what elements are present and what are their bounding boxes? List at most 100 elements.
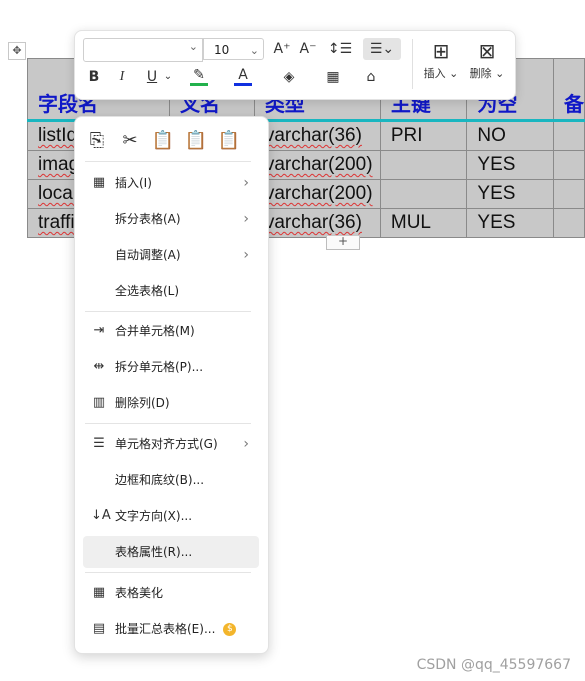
context-menu: ⎘ ✂ 📋 📋 📋 ▦ 插入(I) › 拆分表格(A) › 自动调整(A) › … xyxy=(74,116,269,654)
menu-item-borders[interactable]: 边框和底纹(B)... xyxy=(83,464,259,496)
italic-button[interactable]: I xyxy=(113,66,131,88)
paragraph-align-icon[interactable]: ☰⌄ xyxy=(363,38,401,60)
insert-button[interactable]: ⊞ 插入 ⌄ xyxy=(417,37,465,81)
text-direction-icon: ↓A xyxy=(91,508,111,523)
menu-item-label: 边框和底纹(B)... xyxy=(115,473,205,487)
menu-item-label: 批量汇总表格(E)... xyxy=(115,622,216,636)
batch-summary-icon: ▤ xyxy=(92,621,106,636)
cell-key[interactable]: PRI xyxy=(379,120,468,151)
cell-type-text: varchar(200) xyxy=(264,183,373,204)
merge-cells-icon: ⇥ xyxy=(93,323,105,338)
menu-item-label: 文字方向(X)... xyxy=(115,509,193,523)
menu-divider xyxy=(85,161,251,162)
delete-table-icon: ⊠ xyxy=(478,39,496,63)
decrease-font-button[interactable]: A⁻ xyxy=(297,38,319,60)
font-size-value: 10 xyxy=(214,43,230,57)
menu-item-batch-summary[interactable]: ▤ 批量汇总表格(E)... $ xyxy=(83,613,259,645)
table-beautify-icon: ▦ xyxy=(92,585,106,600)
floating-toolbar: ⌄ 10 ⌄ A⁺ A⁻ ↕☰ ☰⌄ B I U ⌄ ✎ A ◈ ▦ ⌂ ⊞ 插… xyxy=(74,30,516,100)
menu-item-table-beautify[interactable]: ▦ 表格美化 xyxy=(83,577,259,609)
menu-item-label: 拆分单元格(P)... xyxy=(115,360,204,374)
paste-special-icon[interactable]: 📋 xyxy=(217,129,241,153)
cell-key[interactable]: MUL xyxy=(379,208,468,238)
delete-button[interactable]: ⊠ 删除 ⌄ xyxy=(463,37,511,81)
cell-type-text: varchar(36) xyxy=(264,212,362,233)
menu-divider xyxy=(85,572,251,573)
menu-item-select-table[interactable]: 全选表格(L) xyxy=(83,275,259,307)
paste-text-icon[interactable]: 📋 xyxy=(184,129,208,153)
cut-icon[interactable]: ✂ xyxy=(118,129,142,153)
menu-item-label: 单元格对齐方式(G) xyxy=(115,437,218,451)
chevron-right-icon: › xyxy=(243,175,249,191)
cell-type-text: varchar(36) xyxy=(264,125,362,146)
cell-nullable[interactable]: YES xyxy=(466,179,554,209)
menu-item-insert[interactable]: ▦ 插入(I) › xyxy=(83,167,259,199)
format-painter-icon[interactable]: ⌂ xyxy=(359,66,383,88)
toolbar-divider xyxy=(412,39,413,89)
insert-row-icon: ⊞ xyxy=(432,39,450,63)
split-cells-icon: ⇹ xyxy=(93,359,105,374)
cell-field-text: local xyxy=(38,183,78,204)
menu-item-label: 删除列(D) xyxy=(115,396,170,410)
menu-item-cell-alignment[interactable]: ☰ 单元格对齐方式(G) › xyxy=(83,428,259,460)
cell-field-text: imag xyxy=(38,154,80,175)
highlight-color-icon[interactable]: ✎ xyxy=(185,64,213,86)
paste-options: ⎘ ✂ 📋 📋 📋 xyxy=(85,129,241,155)
watermark: CSDN @qq_45597667 xyxy=(416,657,571,673)
cell-align-icon: ☰ xyxy=(93,436,105,451)
header-remark[interactable]: 备 xyxy=(552,58,585,122)
menu-item-label: 表格属性(R)... xyxy=(115,545,193,559)
paste-icon[interactable]: 📋 xyxy=(151,129,175,153)
menu-item-delete-column[interactable]: ▥ 删除列(D) xyxy=(83,387,259,419)
menu-item-autofit[interactable]: 自动调整(A) › xyxy=(83,239,259,271)
cell-nullable[interactable]: YES xyxy=(466,150,554,180)
cell-type[interactable]: varchar(36) xyxy=(253,208,381,238)
insert-label: 插入 xyxy=(423,67,446,80)
chevron-right-icon: › xyxy=(243,247,249,263)
delete-column-icon: ▥ xyxy=(92,395,106,410)
cell-remark[interactable] xyxy=(552,120,585,151)
menu-item-label: 表格美化 xyxy=(115,586,164,600)
increase-font-button[interactable]: A⁺ xyxy=(271,38,293,60)
menu-item-merge-cells[interactable]: ⇥ 合并单元格(M) xyxy=(83,315,259,347)
add-row-button[interactable]: + xyxy=(326,235,360,250)
chevron-down-icon: ⌄ xyxy=(249,44,259,57)
insert-table-icon: ▦ xyxy=(92,175,106,190)
shading-icon[interactable]: ◈ xyxy=(275,66,303,88)
cell-type[interactable]: varchar(36) xyxy=(253,120,381,151)
cell-type[interactable]: varchar(200) xyxy=(253,150,381,180)
border-icon[interactable]: ▦ xyxy=(319,66,347,88)
table-move-handle-icon[interactable]: ✥ xyxy=(8,42,26,60)
line-spacing-icon[interactable]: ↕☰ xyxy=(325,38,355,60)
cell-type[interactable]: varchar(200) xyxy=(253,179,381,209)
underline-button[interactable]: U xyxy=(141,66,163,88)
font-name-select[interactable]: ⌄ xyxy=(83,38,203,62)
menu-item-label: 插入(I) xyxy=(115,176,152,190)
delete-label: 删除 xyxy=(469,67,492,80)
chevron-down-icon[interactable]: ⌄ xyxy=(163,66,173,88)
menu-item-label: 全选表格(L) xyxy=(115,284,180,298)
menu-item-split-table[interactable]: 拆分表格(A) › xyxy=(83,203,259,235)
cell-nullable[interactable]: YES xyxy=(466,208,554,238)
chevron-down-icon: ⌄ xyxy=(188,40,198,53)
cell-field-text: listId xyxy=(38,125,78,146)
cell-nullable[interactable]: NO xyxy=(466,120,554,151)
cell-type-text: varchar(200) xyxy=(264,154,373,175)
menu-item-label: 自动调整(A) xyxy=(115,248,181,262)
menu-item-split-cells[interactable]: ⇹ 拆分单元格(P)... xyxy=(83,351,259,383)
font-size-select[interactable]: 10 ⌄ xyxy=(203,38,264,60)
menu-item-table-properties[interactable]: 表格属性(R)... xyxy=(83,536,259,568)
cell-remark[interactable] xyxy=(552,179,585,209)
menu-item-label-wrap: 批量汇总表格(E)... $ xyxy=(115,613,237,645)
bold-button[interactable]: B xyxy=(85,66,103,88)
menu-item-label: 拆分表格(A) xyxy=(115,212,181,226)
cell-remark[interactable] xyxy=(552,208,585,238)
chevron-right-icon: › xyxy=(243,211,249,227)
menu-item-text-direction[interactable]: ↓A 文字方向(X)... xyxy=(83,500,259,532)
copy-icon[interactable]: ⎘ xyxy=(85,129,109,153)
cell-key[interactable] xyxy=(379,179,468,209)
cell-remark[interactable] xyxy=(552,150,585,180)
menu-divider xyxy=(85,423,251,424)
font-color-icon[interactable]: A xyxy=(229,64,257,86)
cell-key[interactable] xyxy=(379,150,468,180)
